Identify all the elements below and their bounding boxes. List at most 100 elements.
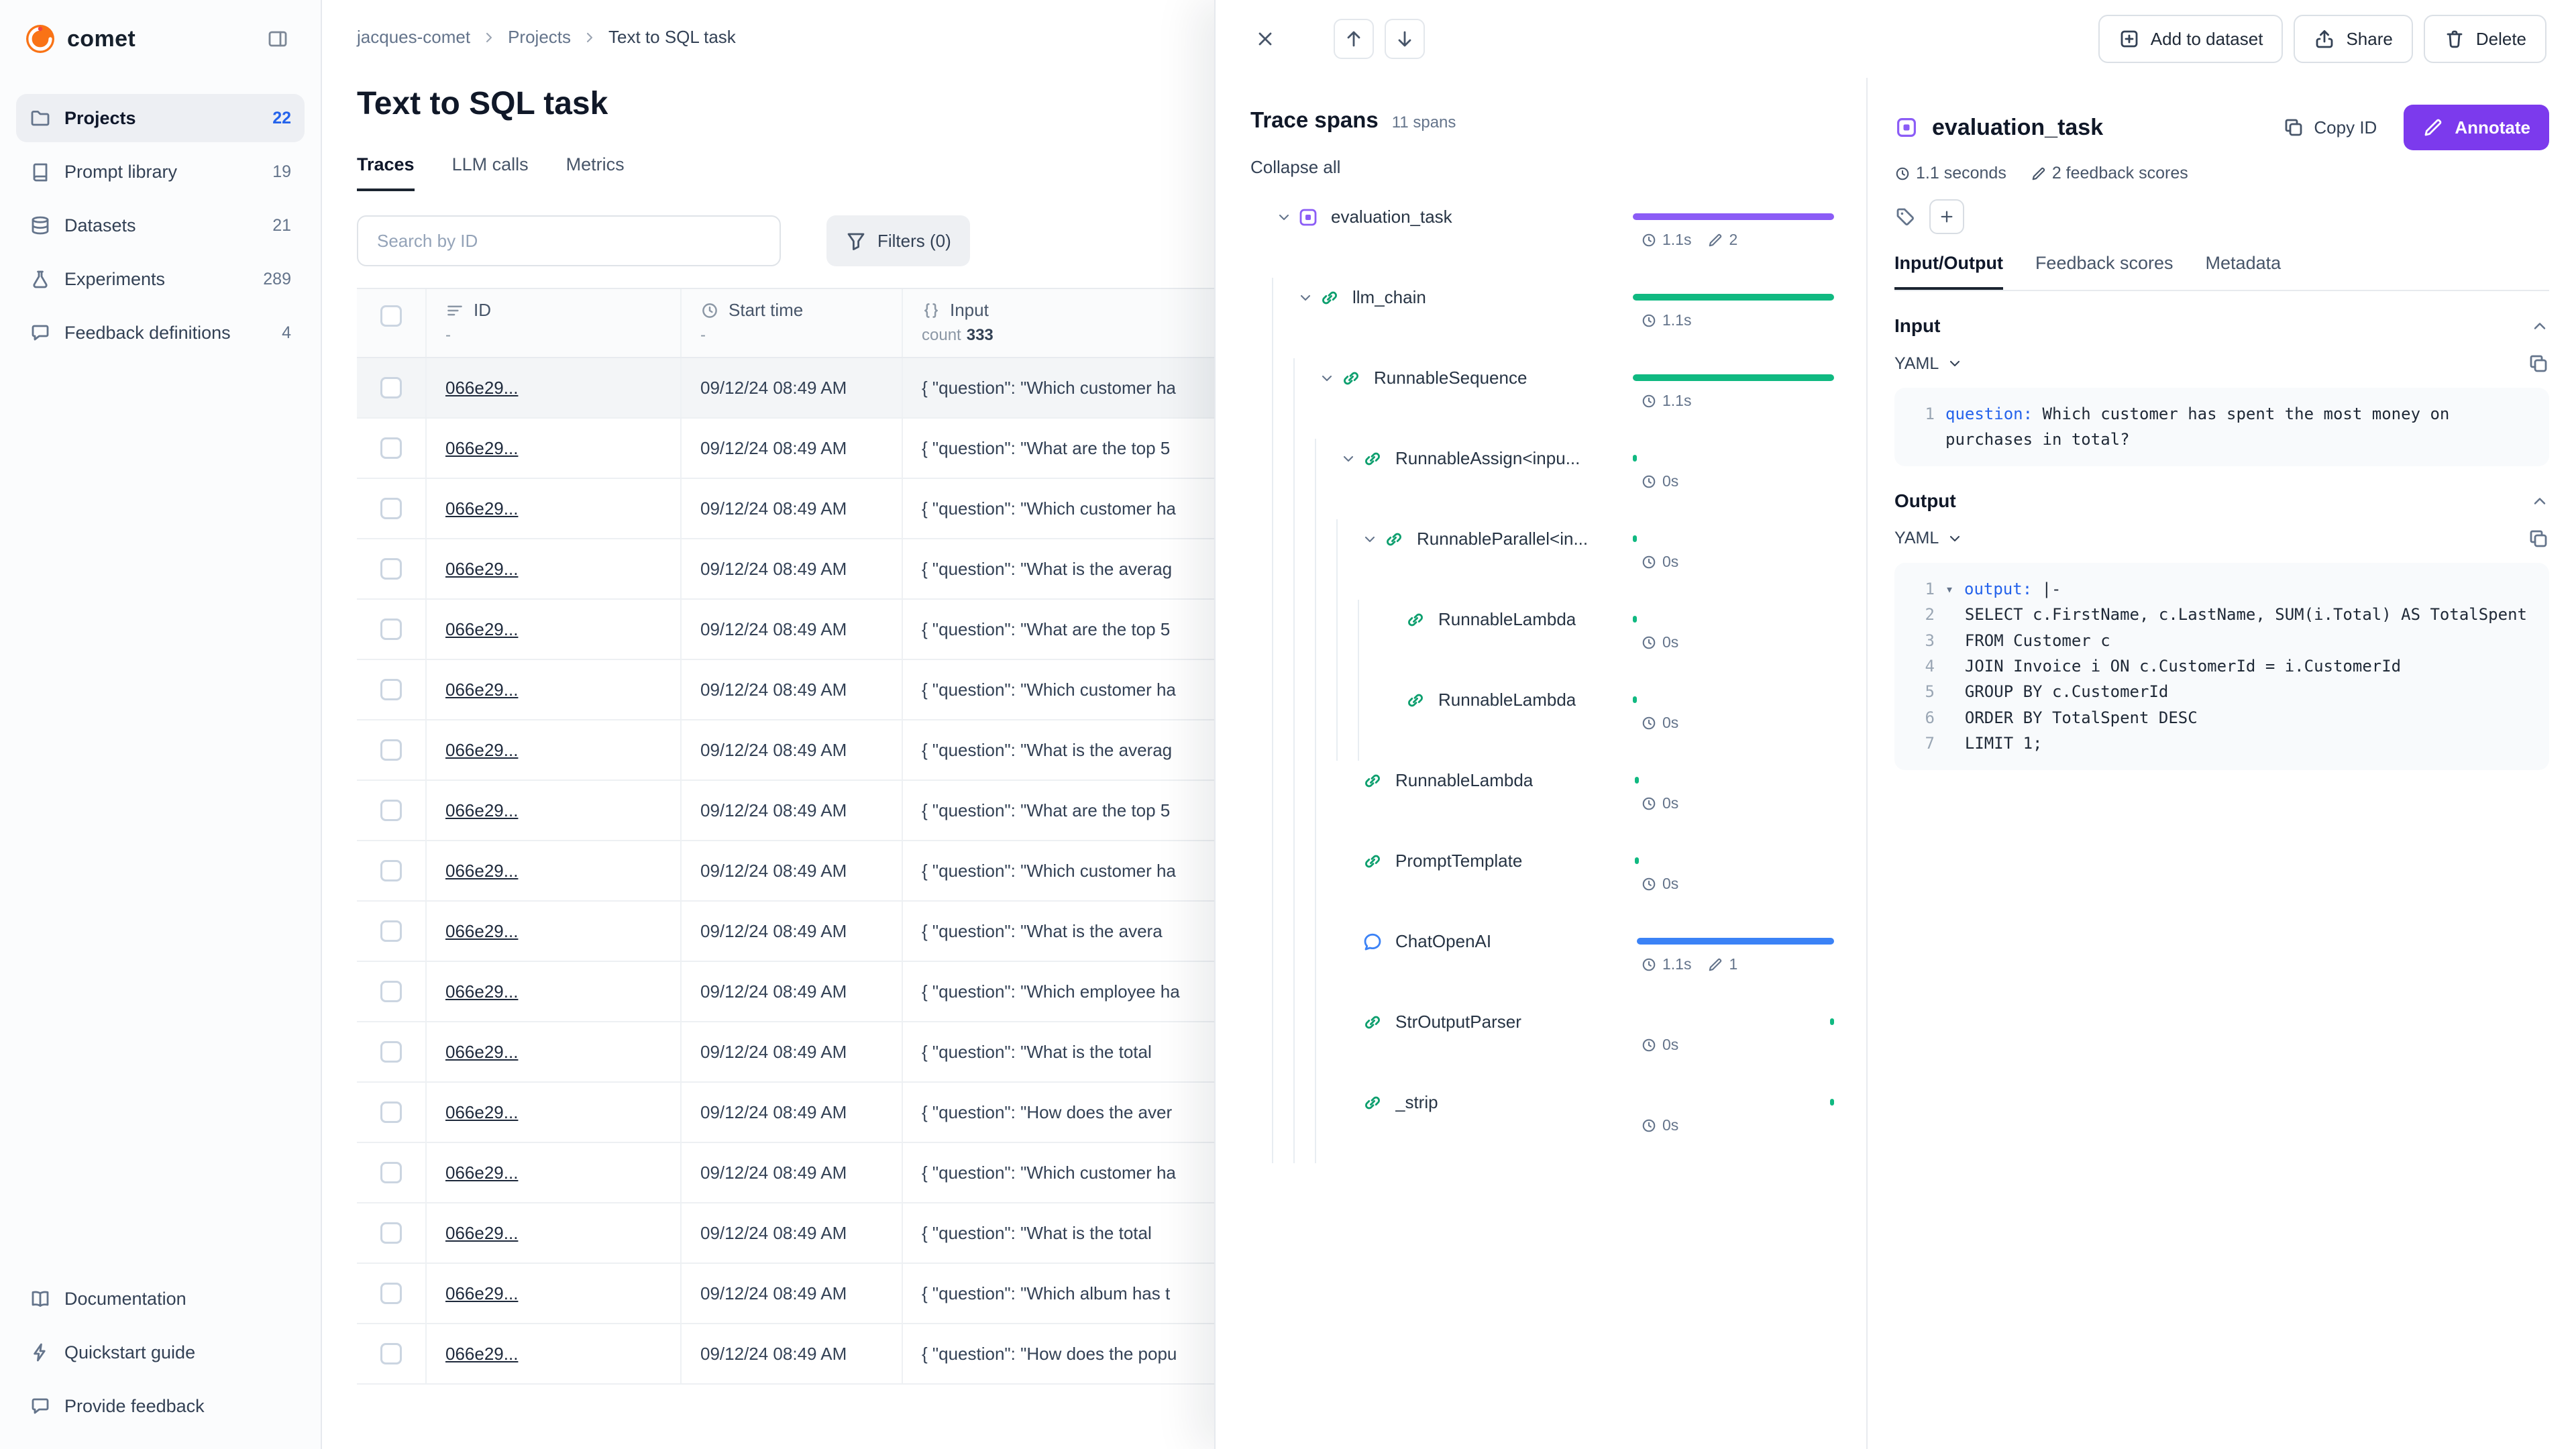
row-checkbox[interactable] [380,1222,402,1244]
output-code-block: 1▾output: |-2 SELECT c.FirstName, c.Last… [1894,563,2549,770]
sidebar-item-feedback-definitions[interactable]: Feedback definitions 4 [16,309,305,357]
span-name[interactable]: evaluation_task [1331,207,1452,278]
chevron-down-icon[interactable] [1358,527,1382,551]
sidebar-item-prompt-library[interactable]: Prompt library 19 [16,148,305,196]
trace-id-link[interactable]: 066e29... [445,1163,518,1183]
previous-trace-button[interactable] [1334,19,1374,59]
filters-button[interactable]: Filters (0) [826,215,970,266]
tab-llm-calls[interactable]: LLM calls [452,154,529,191]
span-name[interactable]: RunnableSequence [1374,368,1527,439]
trace-id-link[interactable]: 066e29... [445,921,518,942]
span-name[interactable]: StrOutputParser [1395,1012,1521,1083]
row-checkbox[interactable] [380,377,402,398]
trace-id-link[interactable]: 066e29... [445,861,518,881]
tree-guide [1293,358,1315,439]
span-name[interactable]: RunnableAssign<inpu... [1395,448,1580,519]
trace-id-link[interactable]: 066e29... [445,438,518,459]
input-format-select[interactable]: YAML [1894,354,1963,374]
trace-id-link[interactable]: 066e29... [445,680,518,700]
trace-id-link[interactable]: 066e29... [445,619,518,640]
span-name[interactable]: RunnableLambda [1438,690,1576,761]
detail-tab-feedback-scores[interactable]: Feedback scores [2035,253,2174,290]
column-header-start-time[interactable]: Start time - [682,289,903,357]
annotate-button[interactable]: Annotate [2404,105,2549,150]
breadcrumb-item-projects[interactable]: Projects [508,27,571,48]
tab-metrics[interactable]: Metrics [566,154,625,191]
next-trace-button[interactable] [1385,19,1425,59]
row-checkbox[interactable] [380,981,402,1002]
copy-output-button[interactable] [2528,528,2549,549]
row-checkbox[interactable] [380,437,402,459]
trace-id-link[interactable]: 066e29... [445,559,518,580]
span-name[interactable]: llm_chain [1352,287,1426,358]
row-checkbox[interactable] [380,800,402,821]
tree-guide [1293,519,1315,600]
column-header-id[interactable]: ID - [427,289,682,357]
row-checkbox[interactable] [380,739,402,761]
chevron-down-icon[interactable] [1336,447,1360,471]
row-checkbox[interactable] [380,1283,402,1304]
chevron-down-icon[interactable] [1315,366,1339,390]
trace-id-link[interactable]: 066e29... [445,981,518,1002]
output-format-select[interactable]: YAML [1894,529,1963,548]
span-name[interactable]: RunnableParallel<in... [1417,529,1588,600]
trace-id-link[interactable]: 066e29... [445,740,518,761]
row-checkbox[interactable] [380,1102,402,1123]
sidebar-item-experiments[interactable]: Experiments 289 [16,255,305,303]
sidebar-item-datasets[interactable]: Datasets 21 [16,201,305,250]
collapse-input-button[interactable] [2530,317,2549,335]
tab-traces[interactable]: Traces [357,154,415,191]
trace-id-link[interactable]: 066e29... [445,1223,518,1244]
row-checkbox[interactable] [380,558,402,580]
select-all-checkbox[interactable] [380,305,402,327]
trace-id-link[interactable]: 066e29... [445,1102,518,1123]
row-checkbox[interactable] [380,1041,402,1063]
search-input[interactable] [357,215,781,266]
row-checkbox[interactable] [380,920,402,942]
close-button[interactable] [1245,19,1285,59]
row-checkbox[interactable] [380,619,402,640]
delete-button[interactable]: Delete [2424,15,2546,63]
chevron-down-icon[interactable] [1272,205,1296,229]
trace-id-link[interactable]: 066e29... [445,800,518,821]
span-name[interactable]: ChatOpenAI [1395,931,1491,1002]
row-checkbox[interactable] [380,860,402,881]
sidebar-footer-item-quickstart-guide[interactable]: Quickstart guide [16,1328,305,1377]
collapse-output-button[interactable] [2530,492,2549,511]
span-duration-bar-track [1633,374,1834,381]
delete-label: Delete [2476,29,2526,50]
copy-id-button[interactable]: Copy ID [2269,106,2390,149]
sidebar-footer-item-documentation[interactable]: Documentation [16,1275,305,1323]
collapse-caret-icon[interactable]: ▾ [1945,576,1964,602]
trace-id-link[interactable]: 066e29... [445,1042,518,1063]
row-checkbox[interactable] [380,679,402,700]
detail-tab-input-output[interactable]: Input/Output [1894,253,2003,290]
span-name[interactable]: RunnableLambda [1395,770,1533,841]
chevron-down-icon[interactable] [1293,286,1318,310]
trace-id-link[interactable]: 066e29... [445,1283,518,1304]
trace-id-link[interactable]: 066e29... [445,378,518,398]
clock-icon [1641,313,1657,329]
row-checkbox[interactable] [380,498,402,519]
sidebar-item-projects[interactable]: Projects 22 [16,94,305,142]
share-button[interactable]: Share [2294,15,2412,63]
span-name[interactable]: RunnableLambda [1438,609,1576,680]
breadcrumb-item-jacques-comet[interactable]: jacques-comet [357,27,470,48]
row-checkbox[interactable] [380,1162,402,1183]
copy-input-button[interactable] [2528,353,2549,374]
sidebar-footer-item-provide-feedback[interactable]: Provide feedback [16,1382,305,1430]
trace-id-link[interactable]: 066e29... [445,498,518,519]
collapse-all-button[interactable]: Collapse all [1250,157,1340,178]
sidebar-collapse-button[interactable] [259,20,297,58]
add-to-dataset-button[interactable]: Add to dataset [2098,15,2284,63]
span-duration: 1.1s [1641,311,1691,329]
trace-id-link[interactable]: 066e29... [445,1344,518,1364]
span-duration-bar-track [1633,294,1834,301]
span-name[interactable]: _strip [1395,1092,1438,1163]
add-tag-button[interactable] [1929,199,1964,234]
span-name[interactable]: PromptTemplate [1395,851,1522,922]
row-checkbox[interactable] [380,1343,402,1364]
comet-logo[interactable]: comet [24,23,136,55]
detail-tab-metadata[interactable]: Metadata [2206,253,2282,290]
link-icon [1403,688,1428,712]
